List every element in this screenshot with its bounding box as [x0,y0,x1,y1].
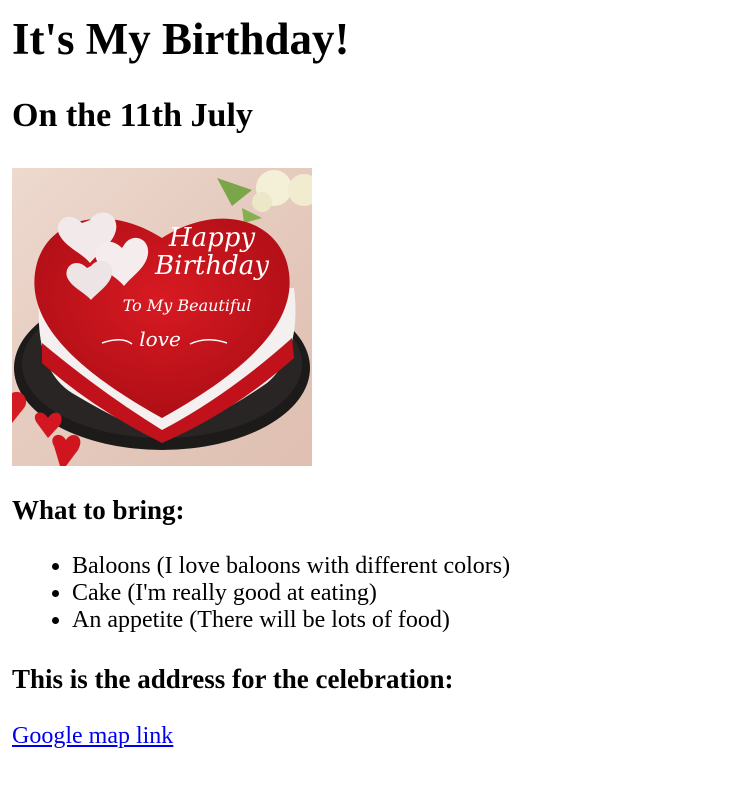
list-item: An appetite (There will be lots of food) [72,607,510,634]
cake-text-love: love [139,327,181,351]
what-to-bring-heading: What to bring: [12,495,185,525]
birthday-cake-image: Happy Birthday To My Beautiful love [12,168,312,466]
list-item: Cake (I'm really good at eating) [72,580,510,607]
list-item: Baloons (I love baloons with different c… [72,553,510,580]
page-title: It's My Birthday! [12,14,350,64]
google-map-link[interactable]: Google map link [12,721,173,751]
address-heading: This is the address for the celebration: [12,664,454,694]
bring-list: Baloons (I love baloons with different c… [12,553,510,634]
page-subtitle: On the 11th July [12,97,253,134]
page: It's My Birthday! [0,0,737,65]
cake-illustration: Happy Birthday To My Beautiful love [12,168,312,466]
cake-text-happy: Happy [168,223,255,253]
cake-text-beautiful: To My Beautiful [123,296,252,315]
cake-text-birthday: Birthday [154,251,269,281]
